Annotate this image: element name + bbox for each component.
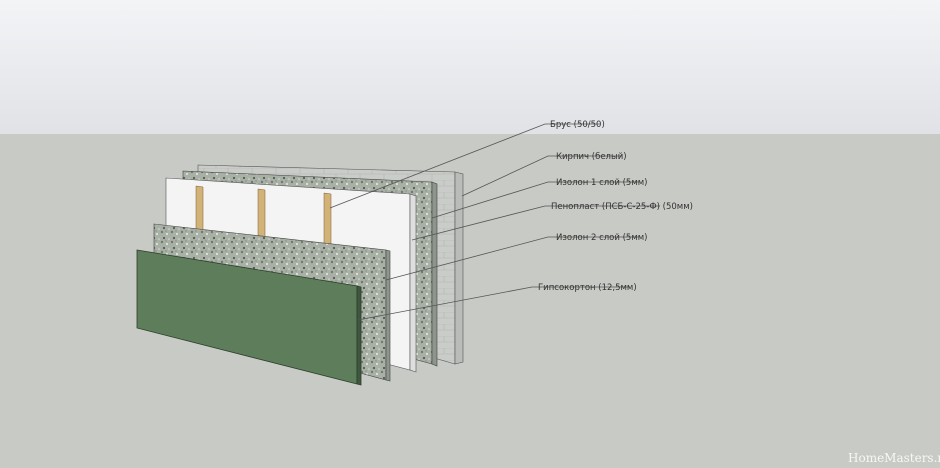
- label-izolon-1: Изолон 1 слой (5мм): [556, 178, 647, 188]
- label-penoplast: Пенопласт (ПСБ-С-25-Ф) (50мм): [551, 202, 693, 212]
- sky-background: [0, 0, 940, 134]
- label-brus: Брус (50/50): [550, 120, 605, 130]
- wall-layers-diagram: Брус (50/50) Кирпич (белый) Изолон 1 сло…: [0, 0, 940, 468]
- watermark-text: HomeMasters.ru: [848, 451, 940, 465]
- label-izolon-2: Изолон 2 слой (5мм): [556, 233, 647, 243]
- label-brick: Кирпич (белый): [556, 152, 627, 162]
- label-gypsum: Гипсокортон (12,5мм): [538, 283, 637, 293]
